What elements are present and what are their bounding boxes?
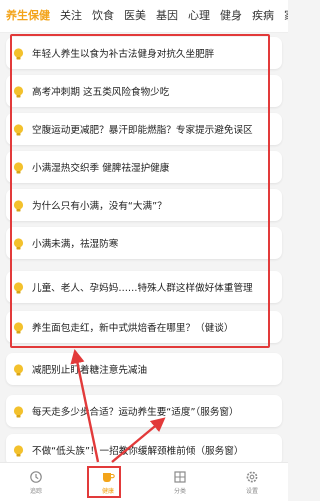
lightbulb-icon: [12, 404, 26, 418]
lightbulb-icon: [12, 198, 26, 212]
nav-health[interactable]: 健康: [78, 470, 138, 495]
nav-category[interactable]: 分类: [150, 470, 210, 495]
lightbulb-icon: [12, 362, 26, 376]
tab-health-care[interactable]: 养生保健: [0, 0, 50, 32]
list-item[interactable]: 儿童、老人、孕妈妈……特殊人群这样做好体重管理: [6, 271, 282, 303]
nav-label: 追踪: [29, 487, 42, 495]
tab-home[interactable]: 家居: [274, 0, 288, 32]
list-item[interactable]: 为什么只有小满，没有“大满”？: [6, 189, 282, 221]
nav-settings[interactable]: 设置: [222, 470, 282, 495]
lightbulb-icon: [12, 84, 26, 98]
tab-disease[interactable]: 疾病: [242, 0, 274, 32]
nav-label: 分类: [173, 487, 186, 495]
list-item[interactable]: 小满未满，祛湿防寒: [6, 227, 282, 259]
list-item[interactable]: 减肥别止盯着糖注意先减油: [6, 353, 282, 385]
gear-icon: [246, 471, 258, 482]
lightbulb-icon: [12, 122, 26, 136]
lightbulb-icon: [12, 320, 26, 334]
list-item[interactable]: 每天走多少步合适？运动养生要“适度”（服务窗）: [6, 395, 282, 427]
tab-diet[interactable]: 饮食: [82, 0, 114, 32]
list-item[interactable]: 养生面包走红，新中式烘焙香在哪里？（健谈）: [6, 311, 282, 343]
article-title: 空腹运动更减肥？暴汗即能燃脂？专家提示避免误区: [32, 125, 253, 136]
lightbulb-icon: [12, 160, 26, 174]
tab-psychology[interactable]: 心理: [178, 0, 210, 32]
category-tabs: 养生保健 关注 饮食 医美 基因 心理 健身 疾病 家居: [0, 0, 288, 33]
article-title: 小满湿热交织季 健脾祛湿护健康: [32, 163, 170, 174]
tab-medical-beauty[interactable]: 医美: [114, 0, 146, 32]
article-title: 年轻人养生以食为补古法健身对抗久坐肥胖: [32, 49, 215, 60]
grid-icon: [174, 470, 186, 483]
tab-fitness[interactable]: 健身: [210, 0, 242, 32]
article-title: 每天走多少步合适？运动养生要“适度”（服务窗）: [32, 407, 239, 418]
list-item[interactable]: 年轻人养生以食为补古法健身对抗久坐肥胖: [6, 37, 282, 69]
lightbulb-icon: [12, 280, 26, 294]
nav-label: 健康: [101, 487, 114, 495]
article-title: 养生面包走红，新中式烘焙香在哪里？（健谈）: [32, 323, 234, 334]
list-item[interactable]: 小满湿热交织季 健脾祛湿护健康: [6, 151, 282, 183]
tab-follow[interactable]: 关注: [50, 0, 82, 32]
article-title: 不做“低头族”！一招教你缓解颈椎前倾（服务窗）: [32, 446, 244, 457]
list-item[interactable]: 高考冲刺期 这五类风险食物少吃: [6, 75, 282, 107]
lightbulb-icon: [12, 46, 26, 60]
article-title: 高考冲刺期 这五类风险食物少吃: [32, 87, 170, 98]
cup-icon: [103, 472, 115, 482]
tab-gene[interactable]: 基因: [146, 0, 178, 32]
nav-label: 设置: [245, 487, 258, 495]
nav-tracking[interactable]: 追踪: [6, 470, 66, 495]
history-icon: [30, 470, 42, 483]
article-title: 小满未满，祛湿防寒: [32, 239, 119, 250]
list-item[interactable]: 空腹运动更减肥？暴汗即能燃脂？专家提示避免误区: [6, 113, 282, 145]
bottom-nav: 追踪 健康 分类 设置: [0, 462, 288, 501]
article-title: 为什么只有小满，没有“大满”？: [32, 201, 167, 212]
lightbulb-icon: [12, 443, 26, 457]
article-title: 儿童、老人、孕妈妈……特殊人群这样做好体重管理: [32, 283, 253, 294]
lightbulb-icon: [12, 236, 26, 250]
article-title: 减肥别止盯着糖注意先减油: [32, 365, 148, 376]
